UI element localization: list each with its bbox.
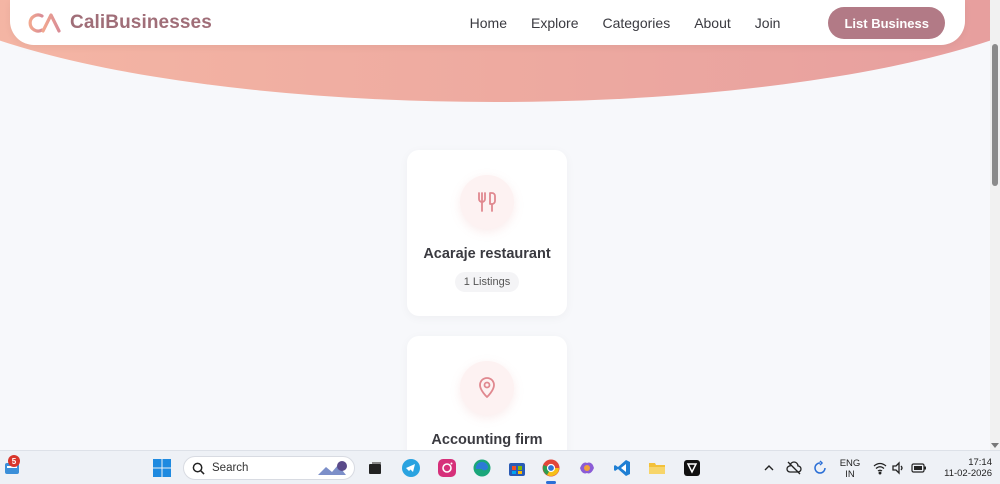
brand[interactable]: CaliBusinesses	[28, 12, 212, 34]
category-icon-wrap	[460, 361, 514, 415]
nav-join[interactable]: Join	[755, 15, 781, 31]
language-code: ENG	[839, 458, 861, 469]
search-icon	[192, 462, 205, 475]
notification-badge: 5	[8, 455, 20, 467]
search-placeholder: Search	[212, 462, 249, 474]
vscode-icon[interactable]	[612, 458, 632, 478]
nav-links: Home Explore Categories About Join List …	[470, 6, 945, 39]
search-highlight-icon	[318, 461, 347, 475]
category-title: Acaraje restaurant	[423, 246, 551, 262]
category-card[interactable]: Acaraje restaurant 1 Listings	[407, 150, 567, 316]
clock-date: 11-02-2026	[944, 468, 992, 479]
microsoft-store-icon[interactable]	[507, 458, 527, 478]
brand-name: CaliBusinesses	[70, 11, 212, 33]
navbar: CaliBusinesses Home Explore Categories A…	[10, 0, 965, 45]
taskbar: 5 Search ENG IN 17:14 11-02-2026	[0, 450, 1000, 484]
cloud-offline-icon[interactable]	[784, 458, 804, 478]
fork-knife-icon	[478, 192, 496, 212]
file-explorer-icon[interactable]	[647, 458, 667, 478]
category-icon-wrap	[460, 175, 514, 229]
ca-logo-icon	[28, 12, 61, 33]
region-code: IN	[845, 469, 855, 480]
language-indicator[interactable]: ENG IN	[838, 458, 862, 480]
page-viewport: CaliBusinesses Home Explore Categories A…	[0, 0, 990, 450]
volume-icon[interactable]	[888, 458, 908, 478]
wifi-icon[interactable]	[870, 458, 890, 478]
map-pin-icon	[479, 377, 495, 398]
list-business-button[interactable]: List Business	[828, 6, 945, 39]
sync-icon[interactable]	[810, 458, 830, 478]
nav-about[interactable]: About	[694, 15, 731, 31]
clock[interactable]: 17:14 11-02-2026	[934, 457, 992, 479]
taskbar-search-input[interactable]: Search	[183, 456, 355, 480]
edge-browser-icon[interactable]	[472, 458, 492, 478]
chrome-icon[interactable]	[541, 458, 561, 478]
battery-icon[interactable]	[909, 458, 929, 478]
copilot-icon[interactable]	[577, 458, 597, 478]
task-view-icon[interactable]	[365, 458, 385, 478]
page-scrollbar[interactable]	[990, 0, 1000, 450]
nav-categories[interactable]: Categories	[602, 15, 670, 31]
nav-home[interactable]: Home	[470, 15, 507, 31]
windows-start-icon[interactable]	[152, 458, 172, 478]
telegram-icon[interactable]	[401, 458, 421, 478]
chevron-up-icon[interactable]	[759, 458, 779, 478]
nav-explore[interactable]: Explore	[531, 15, 578, 31]
instagram-icon[interactable]	[437, 458, 457, 478]
category-card[interactable]: Accounting firm	[407, 336, 567, 450]
app-icon[interactable]	[682, 458, 702, 478]
clock-time: 17:14	[968, 457, 992, 468]
scroll-down-arrow-icon[interactable]	[991, 443, 999, 448]
scrollbar-thumb[interactable]	[992, 44, 998, 186]
listings-badge: 1 Listings	[454, 272, 520, 292]
category-title: Accounting firm	[431, 432, 543, 448]
